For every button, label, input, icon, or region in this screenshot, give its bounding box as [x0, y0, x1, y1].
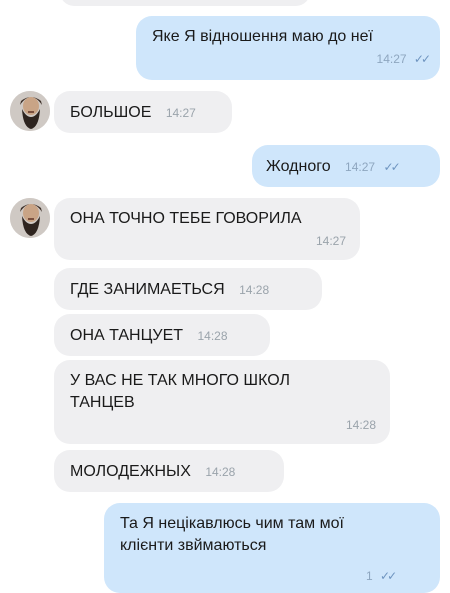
message-time: 14:28: [197, 329, 228, 343]
message-time: 14:28: [205, 465, 236, 479]
message-text: У ВАС НЕ ТАК МНОГО ШКОЛ ТАНЦЕВ: [70, 372, 290, 411]
message-text: Та Я нецікавлюсь чим там мої клієнти звй…: [120, 515, 344, 554]
message-text: БОЛЬШОЕ: [70, 104, 152, 121]
message-time: 14:27: [345, 160, 376, 174]
message-outgoing[interactable]: Жодного 14:27 ✓✓: [252, 145, 440, 187]
previous-message-fragment: [60, 0, 310, 6]
double-check-icon: ✓✓: [380, 569, 397, 583]
avatar[interactable]: [10, 91, 50, 131]
message-incoming[interactable]: БОЛЬШОЕ 14:27: [54, 91, 232, 133]
message-incoming[interactable]: ОНА ТАНЦУЕТ 14:28: [54, 314, 270, 356]
message-text: ОНА ТАНЦУЕТ: [70, 327, 184, 344]
message-incoming[interactable]: МОЛОДЕЖНЫХ 14:28: [54, 450, 284, 492]
message-meta: 14:27 ✓✓: [376, 49, 432, 70]
message-time: 14:28: [239, 283, 270, 297]
bearded-man-avatar-icon: [10, 91, 50, 131]
message-time: 14:27: [376, 52, 407, 66]
message-time: 14:28: [345, 418, 376, 432]
message-text: Яке Я відношення маю до неї: [152, 28, 373, 45]
message-outgoing[interactable]: Яке Я відношення маю до неї 14:27 ✓✓: [136, 16, 440, 80]
message-incoming[interactable]: ГДЕ ЗАНИМАЕТЬСЯ 14:28: [54, 268, 322, 310]
message-text: Жодного: [266, 158, 331, 175]
message-meta: 1 ✓✓: [366, 566, 397, 587]
message-time: 14:27: [165, 106, 196, 120]
avatar[interactable]: [10, 198, 50, 238]
double-check-icon: ✓✓: [413, 52, 431, 66]
bearded-man-avatar-icon: [10, 198, 50, 238]
message-incoming[interactable]: ОНА ТОЧНО ТЕБЕ ГОВОРИЛА 14:27: [54, 198, 360, 260]
message-time: 1: [366, 569, 373, 583]
double-check-icon: ✓✓: [383, 160, 401, 174]
message-text: ОНА ТОЧНО ТЕБЕ ГОВОРИЛА: [70, 210, 302, 227]
message-incoming[interactable]: У ВАС НЕ ТАК МНОГО ШКОЛ ТАНЦЕВ 14:28: [54, 360, 390, 444]
message-text: МОЛОДЕЖНЫХ: [70, 463, 191, 480]
message-time: 14:27: [315, 234, 346, 248]
message-outgoing[interactable]: Та Я нецікавлюсь чим там мої клієнти звй…: [104, 503, 440, 593]
message-text: ГДЕ ЗАНИМАЕТЬСЯ: [70, 281, 225, 298]
